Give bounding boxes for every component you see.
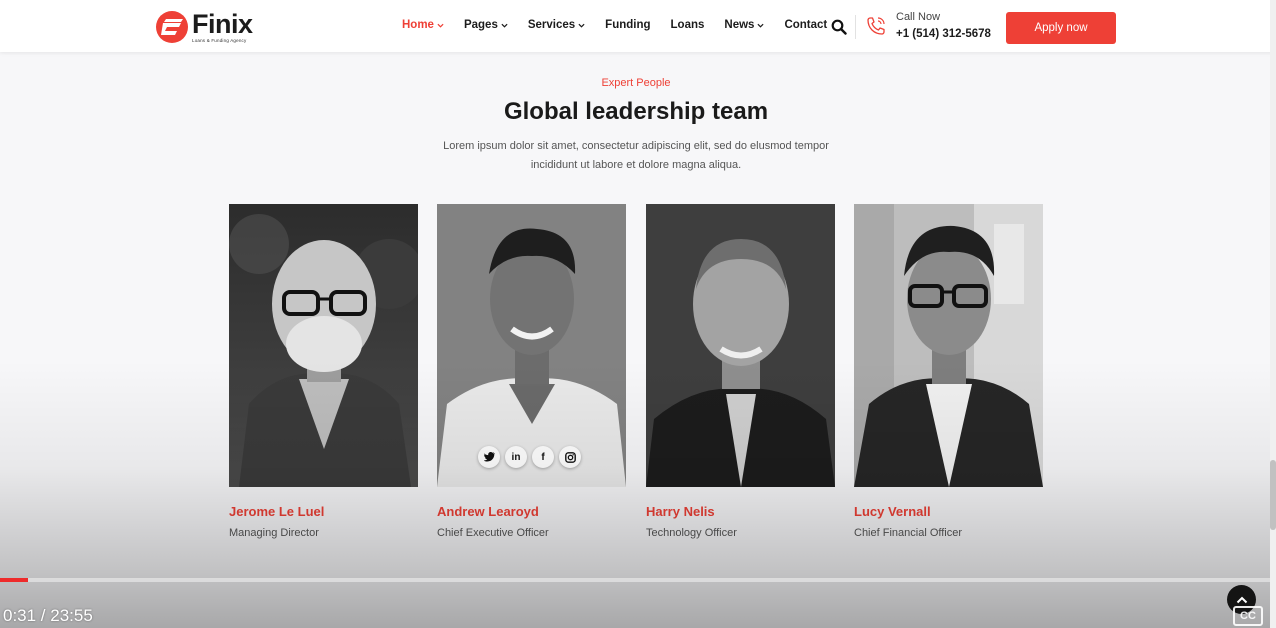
- nav-news[interactable]: News: [724, 19, 764, 31]
- team-member-photo: [229, 204, 418, 487]
- finix-logo-icon: [156, 11, 188, 43]
- section-description: Lorem ipsum dolor sit amet, consectetur …: [443, 140, 829, 171]
- video-progress-fill: [0, 578, 28, 582]
- team-card[interactable]: in f Andrew Learoyd Chief Executive Offi…: [437, 204, 626, 539]
- nav-home[interactable]: Home: [402, 19, 444, 31]
- team-card[interactable]: Jerome Le Luel Managing Director: [229, 204, 418, 539]
- section-eyebrow: Expert People: [601, 77, 671, 89]
- linkedin-icon[interactable]: in: [505, 446, 527, 468]
- nav-services-label: Services: [527, 19, 576, 31]
- social-links: in f: [478, 446, 586, 468]
- chevron-down-icon: [437, 23, 444, 28]
- video-time: 0:31 / 23:55: [3, 606, 93, 625]
- team-member-name[interactable]: Jerome Le Luel: [229, 504, 418, 519]
- nav-pages[interactable]: Pages: [464, 19, 508, 31]
- search-icon[interactable]: [831, 19, 847, 35]
- nav-contact-label: Contact: [784, 19, 828, 31]
- team-card[interactable]: Lucy Vernall Chief Financial Officer: [854, 204, 1043, 539]
- chevron-down-icon: [757, 23, 764, 28]
- call-now-label: Call Now: [896, 11, 941, 23]
- page-scrollbar[interactable]: [1270, 0, 1276, 628]
- nav-pages-label: Pages: [463, 19, 498, 31]
- video-controls-gradient: [0, 360, 1272, 628]
- nav-loans-label: Loans: [670, 19, 705, 31]
- team-member-name[interactable]: Andrew Learoyd: [437, 504, 626, 519]
- chevron-down-icon: [578, 23, 585, 28]
- team-member-role: Technology Officer: [646, 527, 737, 539]
- nav-contact[interactable]: Contact: [784, 19, 827, 31]
- section-title: Global leadership team: [503, 98, 769, 125]
- header-divider: [855, 15, 856, 39]
- phone-icon: [867, 17, 885, 35]
- apply-now-button[interactable]: Apply now: [1006, 12, 1116, 44]
- site-header: Finix Loans & Funding Agency Home Pages …: [0, 0, 1276, 52]
- team-member-photo: [646, 204, 835, 487]
- logo-name: Finix: [192, 9, 253, 39]
- team-member-name[interactable]: Lucy Vernall: [854, 504, 1043, 519]
- team-member-role: Chief Financial Officer: [854, 527, 963, 539]
- logo-tagline: Loans & Funding Agency: [192, 38, 247, 43]
- twitter-icon[interactable]: [478, 446, 500, 468]
- video-progress-bar[interactable]: [0, 578, 1272, 582]
- facebook-icon[interactable]: f: [532, 446, 554, 468]
- nav-funding[interactable]: Funding: [605, 19, 650, 31]
- call-number[interactable]: +1 (514) 312-5678: [896, 28, 991, 40]
- nav-home-label: Home: [402, 19, 434, 31]
- team-member-name[interactable]: Harry Nelis: [646, 504, 835, 519]
- chevron-up-icon: [1236, 596, 1247, 603]
- scrollbar-thumb[interactable]: [1270, 460, 1276, 530]
- chevron-down-icon: [501, 23, 508, 28]
- team-card[interactable]: Harry Nelis Technology Officer: [646, 204, 835, 539]
- team-member-photo: [854, 204, 1043, 487]
- nav-loans[interactable]: Loans: [671, 19, 705, 31]
- nav-funding-label: Funding: [605, 19, 651, 31]
- main-nav: Home Pages Services Funding Loans News C…: [402, 19, 847, 31]
- nav-services[interactable]: Services: [528, 19, 585, 31]
- team-member-role: Chief Executive Officer: [437, 527, 549, 539]
- closed-captions-button[interactable]: CC: [1233, 606, 1263, 626]
- logo[interactable]: Finix Loans & Funding Agency: [155, 10, 253, 44]
- nav-news-label: News: [724, 19, 755, 31]
- team-member-role: Managing Director: [229, 527, 319, 539]
- team-member-photo: in f: [437, 204, 626, 487]
- instagram-icon[interactable]: [559, 446, 581, 468]
